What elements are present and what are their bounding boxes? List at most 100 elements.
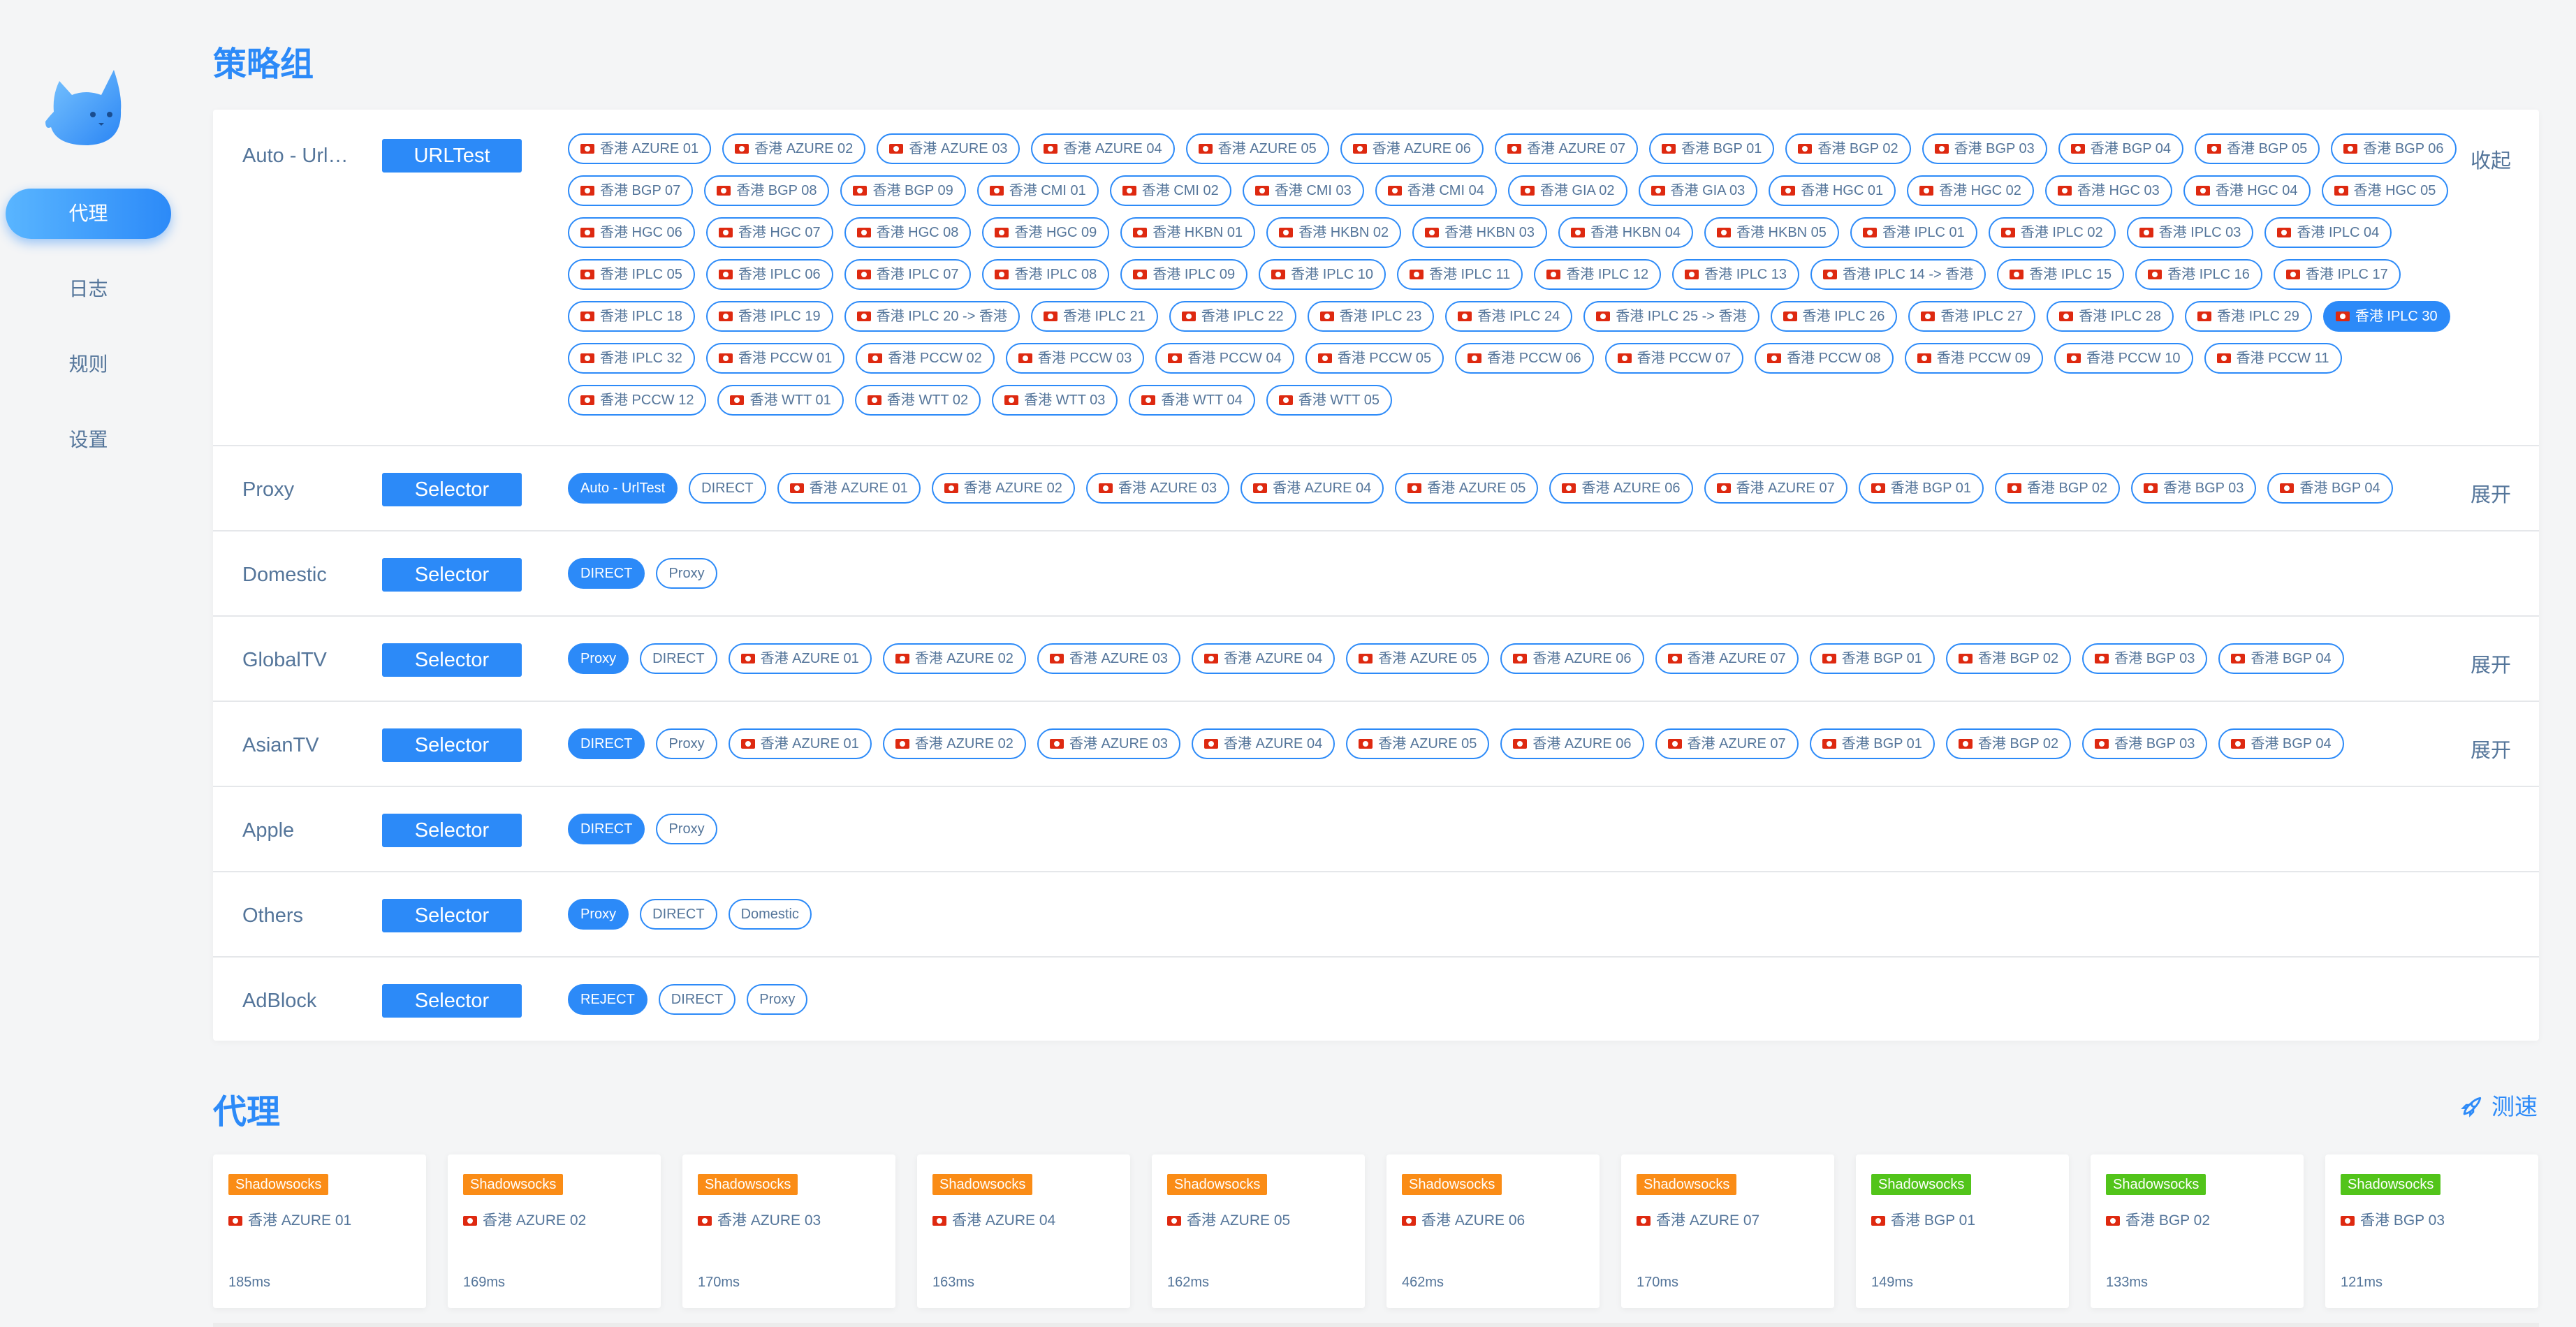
proxy-tag[interactable]: 香港 IPLC 02 [1988,217,2116,248]
proxy-tag[interactable]: 香港 IPLC 03 [2126,217,2254,248]
proxy-tag[interactable]: 香港 CMI 03 [1242,175,1364,206]
proxy-tag[interactable]: 香港 BGP 07 [568,175,694,206]
proxy-card[interactable]: Shadowsocks 香港 AZURE 05 162ms [1152,1154,1365,1308]
proxy-tag[interactable]: 香港 PCCW 10 [2054,343,2193,374]
proxy-tag[interactable]: 香港 WTT 02 [854,385,981,416]
nav-item-0[interactable]: 代理 [6,189,171,239]
proxy-tag[interactable]: Proxy [656,728,717,759]
proxy-tag[interactable]: 香港 AZURE 06 [1500,643,1644,674]
proxy-tag[interactable]: 香港 AZURE 04 [1192,643,1335,674]
proxy-tag[interactable]: 香港 AZURE 04 [1241,473,1384,504]
group-toggle-button[interactable]: 展开 [2471,649,2511,678]
proxy-tag[interactable]: 香港 IPLC 23 [1307,301,1435,332]
nav-item-3[interactable]: 设置 [6,415,171,465]
proxy-tag[interactable]: DIRECT [568,814,645,844]
proxy-tag[interactable]: 香港 HGC 07 [705,217,833,248]
proxy-tag[interactable]: 香港 AZURE 03 [1037,643,1181,674]
proxy-card[interactable]: Shadowsocks 香港 AZURE 03 170ms [682,1154,895,1308]
proxy-tag[interactable]: 香港 IPLC 07 [844,259,972,290]
proxy-card[interactable]: Shadowsocks 香港 AZURE 01 185ms [213,1154,426,1308]
proxy-tag[interactable]: 香港 GIA 03 [1638,175,1758,206]
proxy-tag[interactable]: 香港 BGP 02 [1785,133,1911,164]
proxy-tag[interactable]: 香港 BGP 09 [840,175,966,206]
proxy-tag[interactable]: 香港 BGP 02 [1945,643,2072,674]
proxy-tag[interactable]: 香港 AZURE 05 [1346,728,1490,759]
proxy-tag[interactable]: 香港 IPLC 28 [2047,301,2174,332]
proxy-tag[interactable]: 香港 IPLC 06 [705,259,833,290]
proxy-tag[interactable]: 香港 AZURE 04 [1031,133,1175,164]
proxy-tag[interactable]: 香港 AZURE 01 [728,728,872,759]
proxy-tag[interactable]: 香港 BGP 01 [1858,473,1984,504]
proxy-tag[interactable]: 香港 BGP 08 [704,175,830,206]
proxy-tag[interactable]: 香港 HGC 05 [2321,175,2449,206]
proxy-tag[interactable]: 香港 PCCW 04 [1155,343,1294,374]
proxy-tag[interactable]: 香港 BGP 04 [2218,643,2344,674]
proxy-tag[interactable]: Auto - UrlTest [568,473,678,504]
proxy-tag[interactable]: DIRECT [689,473,766,504]
proxy-tag[interactable]: 香港 HKBN 04 [1558,217,1693,248]
proxy-tag[interactable]: 香港 IPLC 05 [568,259,695,290]
proxy-tag[interactable]: 香港 HGC 09 [982,217,1110,248]
proxy-tag[interactable]: Domestic [728,899,812,930]
proxy-tag[interactable]: 香港 AZURE 05 [1346,643,1490,674]
proxy-tag[interactable]: 香港 WTT 04 [1129,385,1255,416]
proxy-tag[interactable]: 香港 BGP 01 [1649,133,1775,164]
proxy-tag[interactable]: 香港 AZURE 06 [1500,728,1644,759]
proxy-tag[interactable]: 香港 IPLC 21 [1030,301,1158,332]
proxy-tag[interactable]: 香港 AZURE 07 [1655,643,1799,674]
proxy-tag[interactable]: 香港 BGP 02 [1994,473,2121,504]
proxy-tag[interactable]: 香港 GIA 02 [1507,175,1627,206]
proxy-tag[interactable]: 香港 HGC 03 [2044,175,2172,206]
proxy-tag[interactable]: 香港 BGP 06 [2331,133,2457,164]
proxy-tag[interactable]: 香港 IPLC 26 [1770,301,1898,332]
proxy-tag[interactable]: DIRECT [640,643,717,674]
proxy-tag[interactable]: 香港 BGP 04 [2058,133,2184,164]
proxy-tag[interactable]: 香港 WTT 03 [992,385,1118,416]
proxy-tag[interactable]: 香港 AZURE 02 [882,728,1026,759]
nav-item-1[interactable]: 日志 [6,264,171,314]
proxy-tag[interactable]: 香港 IPLC 20 -> 香港 [844,301,1020,332]
group-toggle-button[interactable]: 收起 [2471,145,2511,174]
proxy-tag[interactable]: Proxy [568,643,629,674]
proxy-tag[interactable]: DIRECT [568,728,645,759]
proxy-tag[interactable]: 香港 AZURE 07 [1704,473,1847,504]
proxy-tag[interactable]: 香港 CMI 04 [1375,175,1497,206]
proxy-tag[interactable]: 香港 IPLC 25 -> 香港 [1583,301,1759,332]
proxy-tag[interactable]: 香港 WTT 01 [717,385,844,416]
proxy-card[interactable]: Shadowsocks 香港 AZURE 02 169ms [448,1154,661,1308]
proxy-tag[interactable]: 香港 HGC 02 [1907,175,2034,206]
proxy-tag[interactable]: 香港 IPLC 29 [2185,301,2312,332]
proxy-tag[interactable]: 香港 AZURE 02 [882,643,1026,674]
proxy-card[interactable]: Shadowsocks 香港 AZURE 04 163ms [917,1154,1130,1308]
proxy-tag[interactable]: 香港 HGC 01 [1769,175,1896,206]
proxy-tag[interactable]: 香港 BGP 03 [1922,133,2047,164]
proxy-tag[interactable]: 香港 PCCW 11 [2204,343,2342,374]
proxy-tag[interactable]: 香港 HGC 04 [2183,175,2311,206]
group-toggle-button[interactable]: 展开 [2471,478,2511,508]
proxy-tag[interactable]: 香港 IPLC 15 [1997,259,2125,290]
proxy-tag[interactable]: 香港 BGP 01 [1809,728,1935,759]
proxy-tag[interactable]: 香港 AZURE 03 [877,133,1020,164]
speed-test-button[interactable]: 测速 [2459,1088,2538,1122]
proxy-tag[interactable]: 香港 IPLC 27 [1908,301,2036,332]
proxy-tag[interactable]: 香港 WTT 05 [1266,385,1393,416]
proxy-tag[interactable]: 香港 AZURE 05 [1185,133,1329,164]
proxy-tag[interactable]: 香港 AZURE 03 [1085,473,1230,504]
proxy-tag[interactable]: 香港 AZURE 01 [568,133,712,164]
proxy-tag[interactable]: 香港 IPLC 11 [1396,259,1523,290]
proxy-tag[interactable]: 香港 BGP 05 [2195,133,2320,164]
proxy-tag[interactable]: Proxy [747,984,808,1015]
proxy-tag[interactable]: 香港 BGP 01 [1809,643,1935,674]
proxy-tag[interactable]: 香港 HGC 06 [568,217,695,248]
proxy-tag[interactable]: 香港 IPLC 22 [1169,301,1296,332]
proxy-tag[interactable]: 香港 IPLC 17 [2273,259,2401,290]
proxy-tag[interactable]: 香港 IPLC 10 [1259,259,1386,290]
proxy-tag[interactable]: 香港 PCCW 02 [856,343,995,374]
proxy-tag[interactable]: 香港 HKBN 02 [1266,217,1402,248]
proxy-tag[interactable]: Proxy [656,814,717,844]
proxy-tag[interactable]: 香港 HKBN 05 [1704,217,1839,248]
proxy-tag[interactable]: 香港 PCCW 06 [1455,343,1594,374]
proxy-tag[interactable]: 香港 BGP 02 [1945,728,2072,759]
proxy-tag[interactable]: 香港 PCCW 08 [1755,343,1894,374]
proxy-card[interactable]: Shadowsocks 香港 BGP 02 133ms [2091,1154,2304,1308]
